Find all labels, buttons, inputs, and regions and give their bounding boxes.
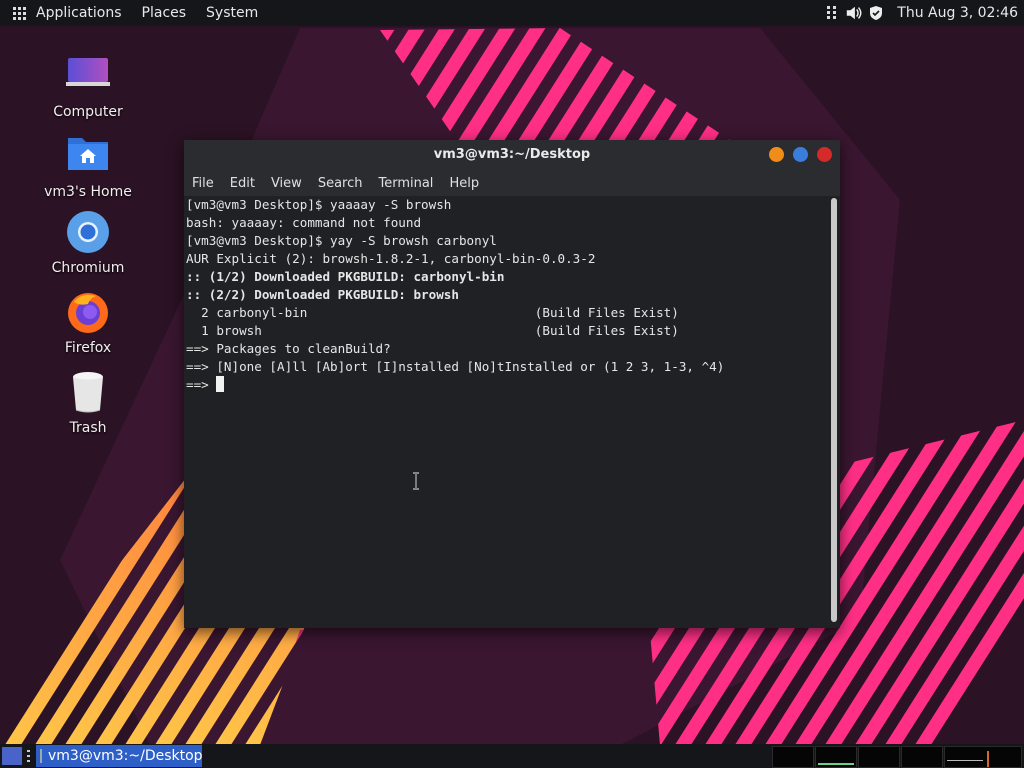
desktop-icon-firefox[interactable]: Firefox (38, 288, 138, 356)
menu-system[interactable]: System (206, 5, 258, 21)
apps-grid-icon[interactable] (8, 2, 30, 24)
terminal-line: :: (1/2) Downloaded PKGBUILD: carbonyl-b… (186, 269, 505, 284)
close-button[interactable] (817, 147, 832, 162)
top-panel: Applications Places System Thu Aug 3, 02… (0, 0, 1024, 26)
terminal-line: ==> [N]one [A]ll [Ab]ort [I]nstalled [No… (186, 359, 725, 374)
scrollbar-thumb[interactable] (831, 198, 837, 622)
system-monitor (944, 746, 1022, 768)
terminal-prompt-line[interactable]: ==> (184, 376, 826, 394)
workspace-2[interactable] (815, 746, 857, 768)
menu-applications[interactable]: Applications (36, 5, 122, 21)
terminal-line: [vm3@vm3 Desktop]$ yay -S browsh carbony… (186, 233, 497, 248)
bottom-panel: vm3@vm3:~/Desktop (0, 744, 1024, 768)
workspace-4[interactable] (901, 746, 943, 768)
text-cursor (216, 376, 225, 392)
terminal-line: bash: yaaaay: command not found (186, 215, 422, 230)
workspace-1[interactable] (772, 746, 814, 768)
terminal-line: AUR Explicit (2): browsh-1.8.2-1, carbon… (186, 251, 596, 266)
show-desktop-button[interactable] (2, 747, 22, 765)
taskbar-item-label: vm3@vm3:~/Desktop (48, 748, 203, 764)
menu-terminal[interactable]: Terminal (370, 176, 441, 191)
clock[interactable]: Thu Aug 3, 02:46 (897, 5, 1018, 21)
menu-search[interactable]: Search (310, 176, 371, 191)
terminal-prompt: ==> (186, 377, 217, 392)
desktop-icon-label: Firefox (64, 340, 112, 356)
scrollbar[interactable] (831, 198, 837, 622)
menu-help[interactable]: Help (441, 176, 487, 191)
terminal-line: [vm3@vm3 Desktop]$ yaaaay -S browsh (186, 197, 452, 212)
desktop-icon-home[interactable]: vm3's Home (38, 132, 138, 200)
terminal-output[interactable]: [vm3@vm3 Desktop]$ yaaaay -S browsh bash… (184, 196, 826, 628)
trash-icon (64, 368, 112, 416)
ibeam-cursor-icon (413, 472, 419, 490)
desktop-icon-chromium[interactable]: Chromium (38, 208, 138, 276)
terminal-line: :: (2/2) Downloaded PKGBUILD: browsh (186, 287, 459, 302)
home-folder-icon (64, 132, 112, 180)
shield-icon[interactable] (867, 4, 885, 22)
workspace-3[interactable] (858, 746, 900, 768)
terminal-icon (40, 749, 42, 763)
network-icon[interactable] (823, 4, 841, 22)
taskbar-item-terminal[interactable]: vm3@vm3:~/Desktop (36, 745, 203, 767)
desktop-icon-label: Trash (69, 420, 107, 436)
window-titlebar[interactable]: vm3@vm3:~/Desktop (184, 140, 840, 170)
desktop-icon-label: Computer (53, 104, 123, 120)
terminal-window[interactable]: vm3@vm3:~/Desktop File Edit View Search … (184, 140, 840, 628)
maximize-button[interactable] (793, 147, 808, 162)
volume-icon[interactable] (845, 4, 863, 22)
menu-view[interactable]: View (263, 176, 310, 191)
desktop-icon-label: vm3's Home (44, 184, 132, 200)
panel-handle-icon[interactable] (26, 749, 32, 763)
window-menubar: File Edit View Search Terminal Help (184, 170, 840, 196)
desktop-icon-label: Chromium (51, 260, 125, 276)
desktop-icon-trash[interactable]: Trash (38, 368, 138, 436)
menu-edit[interactable]: Edit (222, 176, 263, 191)
chromium-icon (64, 208, 112, 256)
terminal-line: ==> Packages to cleanBuild? (186, 341, 391, 356)
menu-file[interactable]: File (184, 176, 222, 191)
desktop-icon-computer[interactable]: Computer (38, 52, 138, 120)
menu-places[interactable]: Places (142, 5, 187, 21)
firefox-icon (64, 288, 112, 336)
terminal-line: 2 carbonyl-bin (Build Files Exist) (186, 305, 679, 320)
minimize-button[interactable] (769, 147, 784, 162)
window-title: vm3@vm3:~/Desktop (433, 147, 591, 162)
system-tray: Thu Aug 3, 02:46 (823, 0, 1024, 26)
terminal-line: 1 browsh (Build Files Exist) (186, 323, 679, 338)
computer-icon (64, 52, 112, 100)
